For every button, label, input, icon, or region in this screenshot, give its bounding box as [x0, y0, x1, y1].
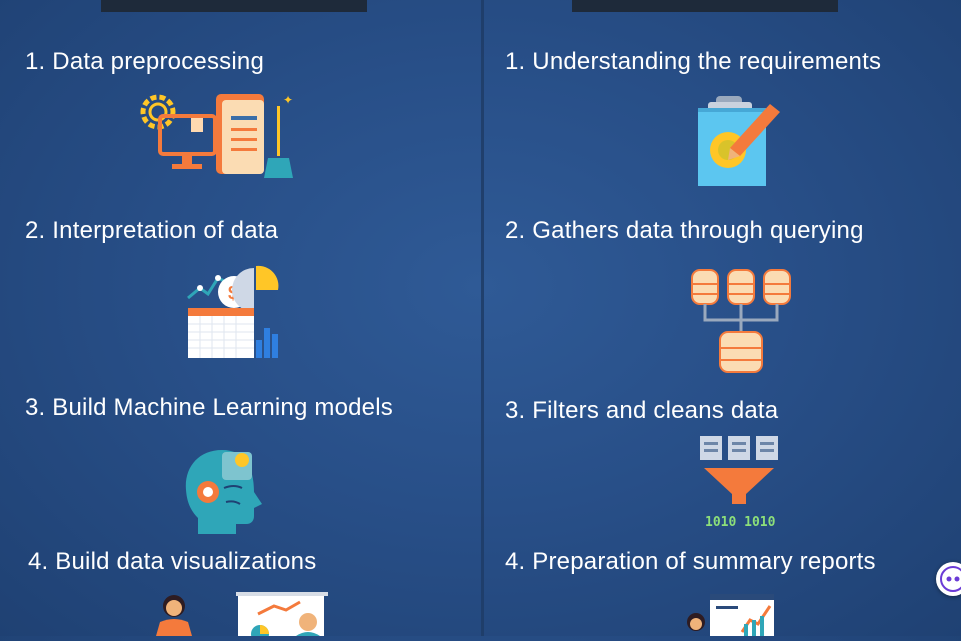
right-item-4-label: 4. Preparation of summary reports — [505, 548, 876, 575]
database-query-icon — [688, 266, 794, 379]
right-item-1-label: 1. Understanding the requirements — [505, 48, 882, 75]
left-item-1-label: 1. Data preprocessing — [25, 48, 264, 75]
column-divider — [481, 0, 484, 636]
left-item-3-label: 3. Build Machine Learning models — [25, 394, 393, 421]
top-bar-right — [572, 0, 838, 12]
data-interpretation-icon: $ — [186, 262, 286, 365]
left-item-2-label: 2. Interpretation of data — [25, 217, 279, 244]
binary-output-text: 1010 1010 — [705, 515, 776, 530]
presentation-icon — [148, 588, 338, 641]
left-item-4-label: 4. Build data visualizations — [28, 548, 317, 575]
report-chart-icon — [684, 592, 780, 641]
assistant-face-icon — [940, 566, 961, 592]
top-bar-left — [101, 0, 367, 12]
filter-funnel-icon — [696, 432, 780, 519]
machine-learning-head-icon — [182, 446, 272, 541]
right-item-2-label: 2. Gathers data through querying — [505, 217, 864, 244]
chat-assistant-bubble[interactable] — [936, 562, 961, 596]
data-preprocessing-icon: ✦ — [136, 88, 296, 185]
svg-text:✦: ✦ — [283, 93, 293, 107]
right-item-3-label: 3. Filters and cleans data — [505, 397, 779, 424]
clipboard-pencil-icon — [694, 94, 786, 193]
